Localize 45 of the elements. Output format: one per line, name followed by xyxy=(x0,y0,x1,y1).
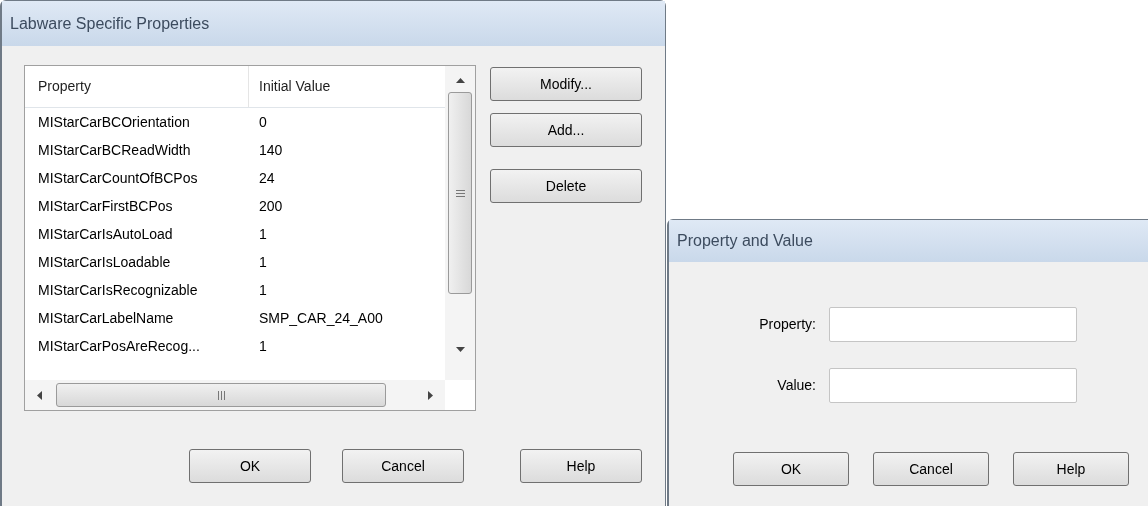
table-cell-text: 140 xyxy=(258,140,284,160)
input-field[interactable] xyxy=(829,307,1077,342)
grip-icon xyxy=(217,390,225,400)
table-cell-text: MIStarCarIsAutoLoad xyxy=(37,224,174,244)
table-cell-text: SMP_CAR_24_A00 xyxy=(258,308,384,328)
window-title: Property and Value xyxy=(677,231,813,251)
table-cell-text: MIStarCarBCReadWidth xyxy=(37,140,192,160)
scroll-left-icon[interactable] xyxy=(37,390,42,400)
table-cell-text: 1 xyxy=(258,252,268,272)
table-cell-text: MIStarCarBCOrientation xyxy=(37,112,191,132)
table-cell-text: MIStarCarCountOfBCPos xyxy=(37,168,199,188)
table-cell-text: MIStarCarIsLoadable xyxy=(37,252,172,272)
table-cell-text: MIStarCarFirstBCPos xyxy=(37,196,174,216)
dialog-button[interactable]: OK xyxy=(189,449,311,483)
table-cell-text: 0 xyxy=(258,112,268,132)
table-cell-text: 1 xyxy=(258,336,268,356)
scroll-thumb[interactable] xyxy=(56,383,386,407)
dialog-button[interactable]: Cancel xyxy=(873,452,989,486)
scroll-right-icon[interactable] xyxy=(428,390,433,400)
table-cell-text: 1 xyxy=(258,224,268,244)
grip-icon xyxy=(455,189,465,197)
field-label: Value: xyxy=(776,376,817,395)
table-cell-text: 1 xyxy=(258,280,268,300)
column-header[interactable]: Property xyxy=(25,66,249,107)
scroll-up-icon[interactable] xyxy=(455,78,465,83)
table-cell-text: MIStarCarPosAreRecog... xyxy=(37,336,201,356)
scroll-down-icon[interactable] xyxy=(455,347,465,352)
dialog-button[interactable]: Delete xyxy=(490,169,642,203)
column-header[interactable]: Initial Value xyxy=(249,66,439,107)
vertical-scrollbar[interactable] xyxy=(445,66,475,380)
table-cell-text: 24 xyxy=(258,168,276,188)
input-field[interactable] xyxy=(829,368,1077,403)
scroll-thumb[interactable] xyxy=(448,92,472,294)
field-label: Property: xyxy=(758,315,817,334)
horizontal-scrollbar[interactable] xyxy=(25,380,445,410)
dialog-button[interactable]: Help xyxy=(1013,452,1129,486)
window-title: Labware Specific Properties xyxy=(10,13,210,34)
dialog-button[interactable]: Add... xyxy=(490,113,642,147)
table-cell-text: 200 xyxy=(258,196,284,216)
dialog-button[interactable]: Modify... xyxy=(490,67,642,101)
dialog-button[interactable]: OK xyxy=(733,452,849,486)
dialog-button[interactable]: Cancel xyxy=(342,449,464,483)
table-cell-text: MIStarCarIsRecognizable xyxy=(37,280,199,300)
dialog-button[interactable]: Help xyxy=(520,449,642,483)
table-cell-text: MIStarCarLabelName xyxy=(37,308,175,328)
